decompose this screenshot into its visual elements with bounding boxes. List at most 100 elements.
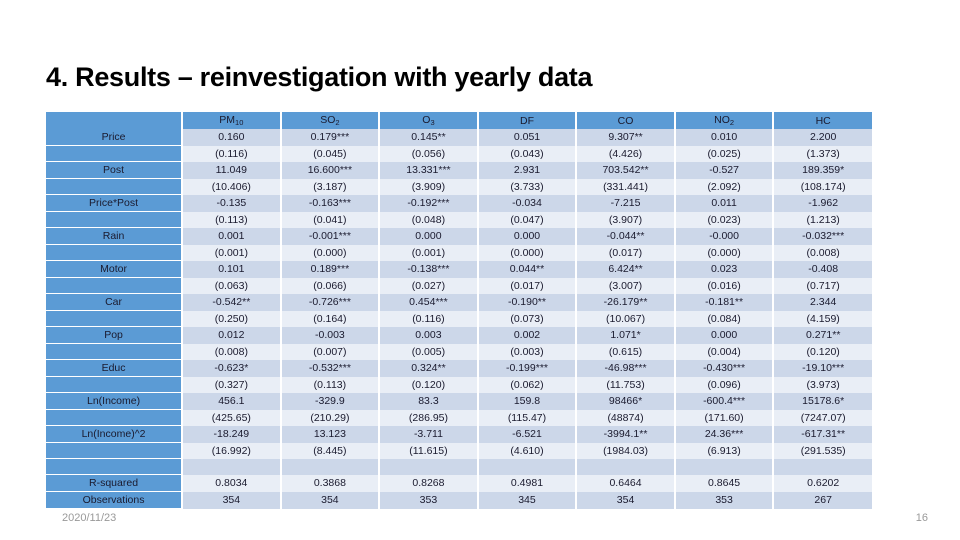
row-label: Motor: [46, 260, 184, 278]
table-cell: 159.8: [477, 392, 578, 410]
table-cell: (48874): [576, 409, 676, 426]
table-cell: 13.123: [280, 425, 381, 443]
table-cell: (0.001): [379, 244, 479, 261]
column-header-label: NO: [714, 114, 730, 126]
table-row: R-squared 0.8034 0.3868 0.8268 0.4981 0.6464 0…: [46, 474, 872, 492]
column-header-df: DF: [477, 112, 578, 129]
table-cell: (0.056): [379, 145, 479, 162]
row-label: Car: [46, 293, 184, 311]
row-label: R-squared: [46, 474, 184, 492]
table-cell: (210.29): [280, 409, 381, 426]
table-cell: (1.373): [773, 145, 872, 162]
table-cell: 0.000: [379, 227, 479, 245]
table-cell: (0.047): [477, 211, 578, 228]
table-cell: [576, 458, 676, 475]
table-cell: (0.066): [280, 277, 381, 294]
table-cell: (0.250): [182, 310, 282, 327]
table-cell: -46.98***: [576, 359, 676, 377]
table-cell: 0.8268: [379, 474, 479, 492]
table-cell: [280, 458, 381, 475]
table-cell: (0.000): [477, 244, 578, 261]
table-cell: 354: [280, 491, 381, 509]
table-cell: (4.159): [773, 310, 872, 327]
table-cell: -6.521: [477, 425, 578, 443]
table-cell: 0.454***: [379, 293, 479, 311]
table-cell: -3994.1**: [576, 425, 676, 443]
table-cell: (0.096): [674, 376, 775, 393]
table-cell: (0.003): [477, 343, 578, 360]
table-cell: (0.116): [182, 145, 282, 162]
table-cell: (3.187): [280, 178, 381, 195]
table-row: Price 0.160 0.179*** 0.145** 0.051 9.307** 0.0…: [46, 129, 872, 146]
table-cell: (10.067): [576, 310, 676, 327]
table-cell: -0.138***: [379, 260, 479, 278]
table-body: Price 0.160 0.179*** 0.145** 0.051 9.307** 0.0…: [46, 129, 872, 509]
table-cell: (0.008): [773, 244, 872, 261]
row-label: [46, 310, 184, 327]
table-cell: -1.962: [773, 194, 872, 212]
table-cell: -0.000: [674, 227, 775, 245]
table-cell: (0.007): [280, 343, 381, 360]
table-cell: 0.145**: [379, 129, 479, 146]
column-header-pm10: PM10: [182, 112, 282, 129]
table-cell: [674, 458, 775, 475]
table-cell: 15178.6*: [773, 392, 872, 410]
table-cell: (3.973): [773, 376, 872, 393]
table-cell: -0.623*: [182, 359, 282, 377]
table-row: Motor 0.101 0.189*** -0.138*** 0.044** 6.424*…: [46, 260, 872, 278]
table-cell: -0.192***: [379, 194, 479, 212]
table-cell: 1.071*: [576, 326, 676, 344]
table-cell: (1984.03): [576, 442, 676, 459]
row-label: [46, 442, 184, 459]
column-header-subscript: 2: [729, 118, 735, 127]
table-row: Car -0.542** -0.726*** 0.454*** -0.190** -26.…: [46, 293, 872, 311]
table-cell: (0.327): [182, 376, 282, 393]
table-cell: -0.527: [674, 161, 775, 179]
table-cell: 0.6202: [773, 474, 872, 492]
table-cell: (11.753): [576, 376, 676, 393]
table-cell: 9.307**: [576, 129, 676, 146]
table-cell: 13.331***: [379, 161, 479, 179]
table-cell: (0.000): [674, 244, 775, 261]
table-row: (0.001) (0.000) (0.001) (0.000) (0.017) (0.00…: [46, 244, 872, 261]
table-cell: (2.092): [674, 178, 775, 195]
table-cell: (3.007): [576, 277, 676, 294]
table-cell: [773, 458, 872, 475]
table-cell: 354: [576, 491, 676, 509]
table-cell: (291.535): [773, 442, 872, 459]
table-cell: 16.600***: [280, 161, 381, 179]
table-cell: (10.406): [182, 178, 282, 195]
table-cell: 0.051: [477, 129, 578, 146]
table-cell: 6.424**: [576, 260, 676, 278]
table-cell: (0.062): [477, 376, 578, 393]
column-header-so2: SO2: [280, 112, 381, 129]
table-cell: (115.47): [477, 409, 578, 426]
table-cell: 0.101: [182, 260, 282, 278]
table-cell: (7247.07): [773, 409, 872, 426]
table-cell: -617.31**: [773, 425, 872, 443]
table-cell: (0.164): [280, 310, 381, 327]
column-header-hc: HC: [773, 112, 872, 129]
column-header-label: CO: [617, 114, 634, 127]
table-row: (0.250) (0.164) (0.116) (0.073) (10.067) (0.0…: [46, 310, 872, 327]
table-cell: (3.733): [477, 178, 578, 195]
page-title: 4. Results – reinvestigation with yearly…: [46, 62, 593, 92]
table-cell: (425.65): [182, 409, 282, 426]
table-cell: (0.000): [280, 244, 381, 261]
row-label: Price: [46, 129, 184, 146]
row-label: [46, 376, 184, 393]
row-label: [46, 343, 184, 360]
table-cell: (0.017): [477, 277, 578, 294]
table-row: (0.116) (0.045) (0.056) (0.043) (4.426) (0.02…: [46, 145, 872, 162]
row-label: Observations: [46, 491, 184, 509]
table-cell: (0.615): [576, 343, 676, 360]
table-cell: -26.179**: [576, 293, 676, 311]
table-cell: (3.909): [379, 178, 479, 195]
table-cell: 0.002: [477, 326, 578, 344]
table-cell: 0.189***: [280, 260, 381, 278]
column-header-no2: NO2: [674, 112, 775, 129]
table-cell: -7.215: [576, 194, 676, 212]
table-header: PM10 SO2 O3 DF CO NO2 HC: [46, 112, 872, 129]
table-cell: 0.023: [674, 260, 775, 278]
table-cell: (0.048): [379, 211, 479, 228]
